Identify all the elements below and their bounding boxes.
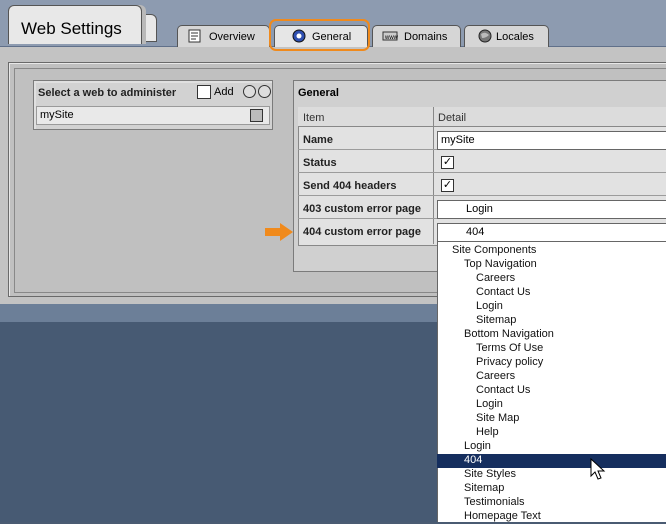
- dropdown-option-label: Terms Of Use: [476, 342, 544, 354]
- pointer-arrow-icon: [265, 223, 293, 241]
- status-label: Status: [303, 157, 337, 169]
- dropdown-option[interactable]: Privacy policy: [437, 356, 666, 370]
- dropdown-option[interactable]: Help: [437, 426, 666, 440]
- globe-icon: [478, 29, 492, 43]
- window-title: Web Settings: [21, 19, 122, 38]
- dropdown-option-label: Bottom Navigation: [464, 328, 554, 340]
- tab-locales[interactable]: Locales: [464, 25, 549, 47]
- dropdown-option-label: 404: [464, 454, 483, 466]
- dropdown-option-label: Privacy policy: [476, 356, 544, 368]
- dropdown-option[interactable]: Top Navigation: [437, 258, 666, 272]
- status-checkbox[interactable]: ✓: [441, 156, 454, 169]
- dropdown-option-label: Login: [476, 300, 503, 312]
- row-divider: [298, 172, 666, 173]
- row-divider: [298, 195, 666, 196]
- tab-overview[interactable]: Overview: [177, 25, 270, 47]
- error-404-select[interactable]: 404: [437, 223, 666, 242]
- name-label: Name: [303, 134, 333, 146]
- web-list-item[interactable]: mySite: [36, 106, 270, 125]
- dropdown-option-label: Sitemap: [476, 314, 517, 326]
- dropdown-option-label: Contact Us: [476, 286, 531, 298]
- dropdown-option-label: Sitemap: [464, 482, 505, 494]
- dropdown-option-label: Login: [476, 398, 503, 410]
- tab-overview-label: Overview: [209, 31, 255, 43]
- send-404-checkbox[interactable]: ✓: [441, 179, 454, 192]
- dropdown-option[interactable]: Bottom Navigation: [437, 328, 666, 342]
- dropdown-option[interactable]: Contact Us: [437, 384, 666, 398]
- maximize-icon[interactable]: [258, 85, 271, 98]
- dropdown-option[interactable]: Contact Us: [437, 286, 666, 300]
- column-header-detail: Detail: [438, 112, 467, 124]
- svg-text:www: www: [384, 35, 398, 41]
- dropdown-option[interactable]: 404: [437, 454, 666, 468]
- dropdown-option-label: Careers: [476, 370, 516, 382]
- web-list-item-label: mySite: [40, 109, 74, 121]
- name-field[interactable]: mySite: [437, 131, 666, 150]
- dropdown-option[interactable]: Site Components: [437, 244, 666, 258]
- dropdown-option-label: Testimonials: [464, 496, 525, 508]
- dropdown-option-label: Site Components: [452, 244, 537, 256]
- dropdown-option-label: Top Navigation: [464, 258, 537, 270]
- tab-domains[interactable]: www Domains: [372, 25, 461, 47]
- column-separator: [433, 107, 434, 244]
- web-list-heading: Select a web to administer: [38, 87, 177, 99]
- name-field-value: mySite: [441, 134, 475, 146]
- dropdown-option-label: Contact Us: [476, 384, 531, 396]
- collapse-icon[interactable]: [243, 85, 256, 98]
- tab-locales-label: Locales: [496, 31, 534, 43]
- dropdown-option[interactable]: Site Map: [437, 412, 666, 426]
- dropdown-option[interactable]: Sitemap: [437, 482, 666, 496]
- general-heading: General: [298, 87, 339, 99]
- dropdown-option[interactable]: Login: [437, 398, 666, 412]
- mouse-cursor-icon: [590, 458, 606, 480]
- add-icon[interactable]: [197, 85, 211, 99]
- domains-icon: www: [382, 31, 398, 41]
- dropdown-option[interactable]: Sitemap: [437, 314, 666, 328]
- error-404-label: 404 custom error page: [303, 226, 421, 238]
- dropdown-option-label: Login: [464, 440, 491, 452]
- error-403-select[interactable]: Login: [437, 200, 666, 219]
- add-button[interactable]: Add: [214, 86, 234, 98]
- dropdown-option[interactable]: Login: [437, 300, 666, 314]
- tab-highlight-ring: [269, 19, 370, 51]
- overview-icon: [188, 29, 201, 43]
- dropdown-option[interactable]: Login: [437, 440, 666, 454]
- error-403-value: Login: [466, 203, 493, 215]
- dropdown-option-label: Site Styles: [464, 468, 516, 480]
- dropdown-option[interactable]: Testimonials: [437, 496, 666, 510]
- dropdown-option[interactable]: Terms Of Use: [437, 342, 666, 356]
- dropdown-option-label: Homepage Text: [464, 510, 541, 522]
- dropdown-option[interactable]: Site Styles: [437, 468, 666, 482]
- dropdown-option-label: Help: [476, 426, 499, 438]
- dropdown-option-label: Careers: [476, 272, 516, 284]
- dropdown-option[interactable]: Careers: [437, 272, 666, 286]
- error-403-label: 403 custom error page: [303, 203, 421, 215]
- dropdown-option-label: Site Map: [476, 412, 520, 424]
- window-title-tab: Web Settings: [8, 5, 142, 44]
- edit-icon[interactable]: [250, 109, 263, 122]
- send-404-label: Send 404 headers: [303, 180, 397, 192]
- error-404-value: 404: [466, 226, 485, 238]
- grid-header: [298, 107, 666, 127]
- tab-domains-label: Domains: [404, 31, 448, 43]
- dropdown-option[interactable]: Careers: [437, 370, 666, 384]
- column-header-item: Item: [303, 112, 325, 124]
